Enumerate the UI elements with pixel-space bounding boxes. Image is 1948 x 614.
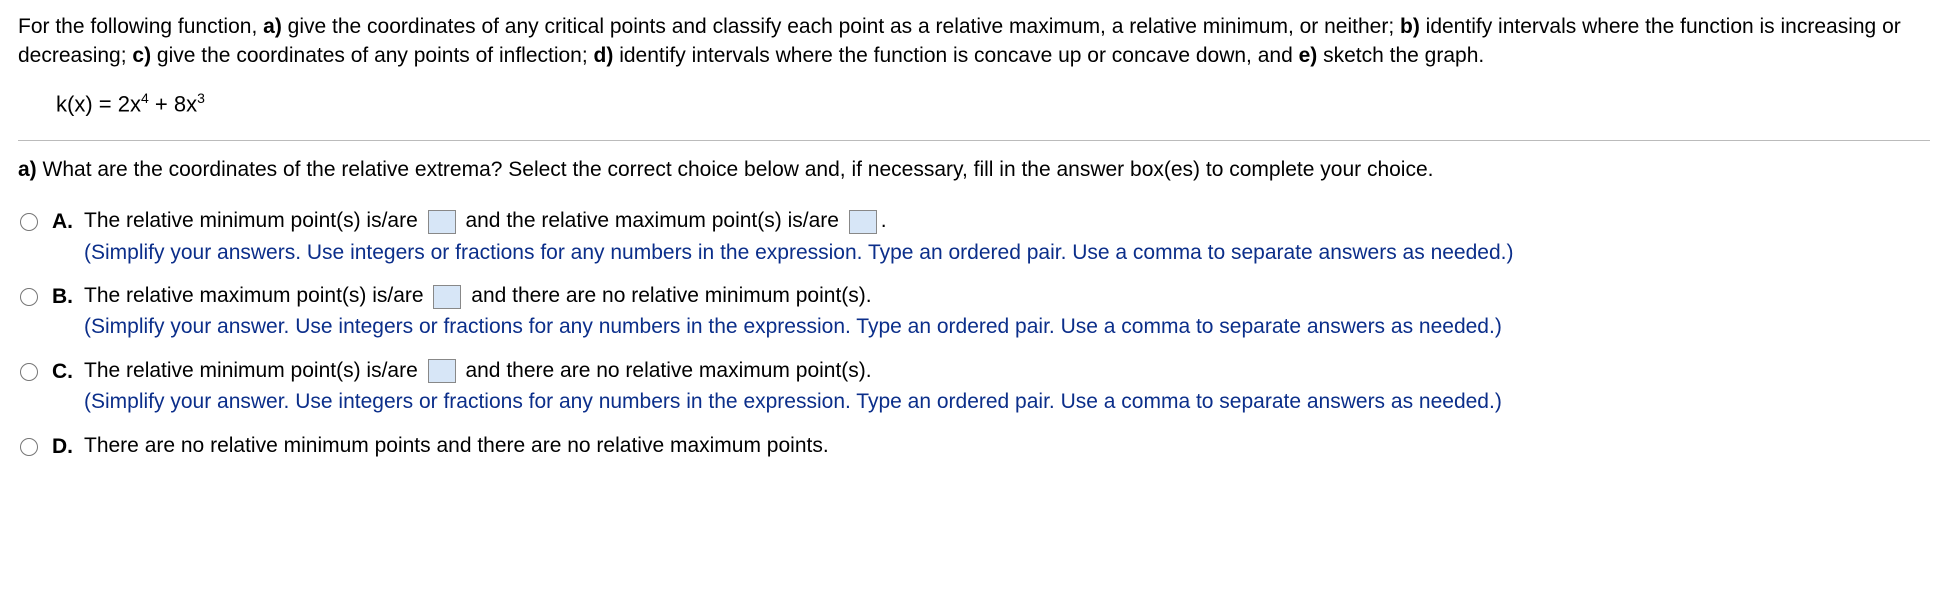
choice-d-radio[interactable] bbox=[20, 438, 38, 456]
choice-a-body: The relative minimum point(s) is/are and… bbox=[84, 206, 1930, 267]
choice-b-radio[interactable] bbox=[20, 288, 38, 306]
choice-b-hint: (Simplify your answer. Use integers or f… bbox=[84, 312, 1930, 341]
intro-seg5: identify intervals where the function is… bbox=[613, 44, 1298, 67]
choice-d-letter: D. bbox=[52, 431, 84, 461]
choice-c-body: The relative minimum point(s) is/are and… bbox=[84, 356, 1930, 417]
choice-a-radio-cell bbox=[20, 206, 52, 239]
choice-b-body: The relative maximum point(s) is/are and… bbox=[84, 281, 1930, 342]
choice-c-row: C. The relative minimum point(s) is/are … bbox=[20, 356, 1930, 417]
choice-b-seg2: and there are no relative minimum point(… bbox=[465, 284, 871, 307]
part-a-prompt: a) What are the coordinates of the relat… bbox=[18, 155, 1930, 184]
choice-b-input-max[interactable] bbox=[433, 285, 461, 309]
intro-label-a: a) bbox=[263, 15, 282, 38]
choice-c-input-min[interactable] bbox=[428, 359, 456, 383]
divider bbox=[18, 140, 1930, 141]
equation-exp1: 4 bbox=[141, 90, 149, 106]
intro-label-d: d) bbox=[594, 44, 614, 67]
choice-a-letter: A. bbox=[52, 206, 84, 236]
choice-b-radio-cell bbox=[20, 281, 52, 314]
intro-seg6: sketch the graph. bbox=[1317, 44, 1484, 67]
choice-c-seg1: The relative minimum point(s) is/are bbox=[84, 359, 424, 382]
choice-a-line1: The relative minimum point(s) is/are and… bbox=[84, 206, 1930, 235]
choice-a-input-min[interactable] bbox=[428, 210, 456, 234]
choice-b-seg1: The relative maximum point(s) is/are bbox=[84, 284, 429, 307]
choice-c-line1: The relative minimum point(s) is/are and… bbox=[84, 356, 1930, 385]
equation-plus: + 8x bbox=[149, 91, 197, 116]
choice-d-row: D. There are no relative minimum points … bbox=[20, 431, 1930, 464]
choice-b-row: B. The relative maximum point(s) is/are … bbox=[20, 281, 1930, 342]
choice-b-letter: B. bbox=[52, 281, 84, 311]
choice-c-hint: (Simplify your answer. Use integers or f… bbox=[84, 387, 1930, 416]
choice-a-radio[interactable] bbox=[20, 213, 38, 231]
intro-seg4: give the coordinates of any points of in… bbox=[151, 44, 593, 67]
equation-lhs: k(x) = 2x bbox=[56, 91, 141, 116]
choice-a-row: A. The relative minimum point(s) is/are … bbox=[20, 206, 1930, 267]
choice-a-hint: (Simplify your answers. Use integers or … bbox=[84, 238, 1930, 267]
intro-label-e: e) bbox=[1299, 44, 1318, 67]
choice-a-seg3: . bbox=[881, 209, 887, 232]
choice-d-radio-cell bbox=[20, 431, 52, 464]
question-intro: For the following function, a) give the … bbox=[18, 12, 1930, 71]
intro-seg2: give the coordinates of any critical poi… bbox=[282, 15, 1400, 38]
choice-a-seg2: and the relative maximum point(s) is/are bbox=[460, 209, 845, 232]
equation-exp2: 3 bbox=[197, 90, 205, 106]
choice-b-line1: The relative maximum point(s) is/are and… bbox=[84, 281, 1930, 310]
choice-d-body: There are no relative minimum points and… bbox=[84, 431, 1930, 462]
part-a-text: What are the coordinates of the relative… bbox=[37, 158, 1434, 181]
intro-label-b: b) bbox=[1400, 15, 1420, 38]
intro-label-c: c) bbox=[132, 44, 151, 67]
intro-seg1: For the following function, bbox=[18, 15, 263, 38]
choice-c-seg2: and there are no relative maximum point(… bbox=[460, 359, 872, 382]
choice-c-radio-cell bbox=[20, 356, 52, 389]
choice-c-letter: C. bbox=[52, 356, 84, 386]
choice-c-radio[interactable] bbox=[20, 363, 38, 381]
choices-group: A. The relative minimum point(s) is/are … bbox=[18, 206, 1930, 464]
part-a-label: a) bbox=[18, 158, 37, 181]
function-equation: k(x) = 2x4 + 8x3 bbox=[56, 89, 1930, 120]
choice-a-input-max[interactable] bbox=[849, 210, 877, 234]
choice-a-seg1: The relative minimum point(s) is/are bbox=[84, 209, 424, 232]
choice-d-line1: There are no relative minimum points and… bbox=[84, 431, 1930, 460]
